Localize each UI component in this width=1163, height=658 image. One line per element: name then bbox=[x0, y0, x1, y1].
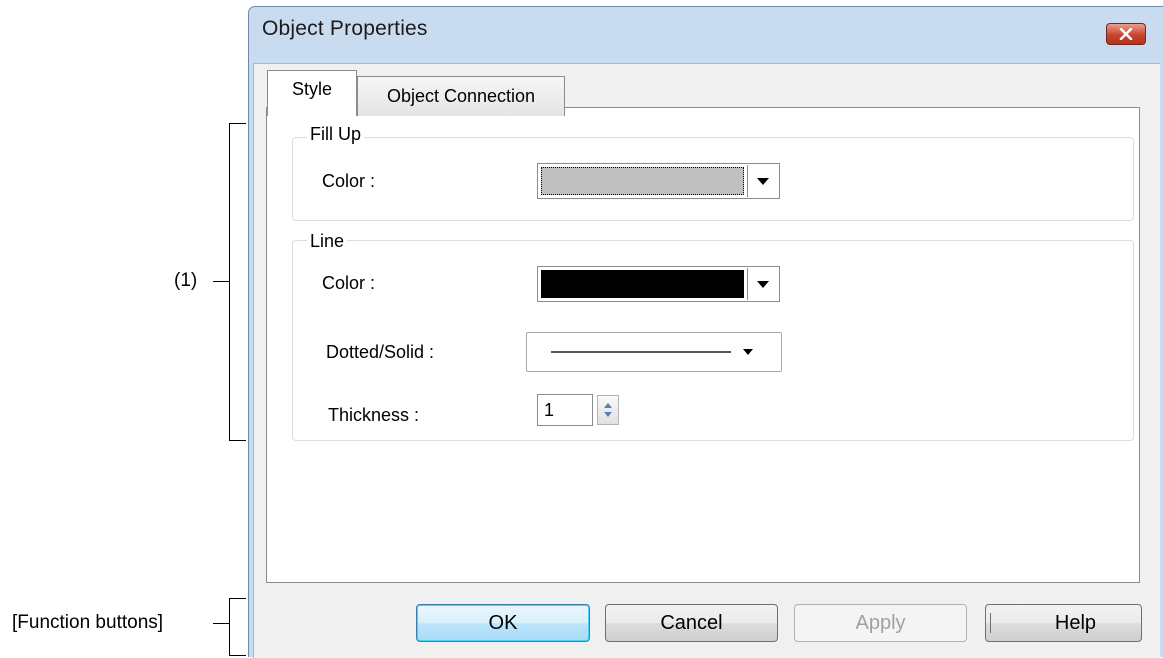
line-group-label: Line bbox=[307, 231, 348, 252]
close-icon bbox=[1119, 28, 1133, 40]
line-color-dropdown-arrow[interactable] bbox=[747, 268, 778, 300]
tab-object-connection[interactable]: Object Connection bbox=[357, 76, 565, 116]
line-color-label: Color : bbox=[322, 273, 376, 293]
function-buttons-label: [Function buttons] bbox=[12, 612, 164, 633]
spinner-arrows-icon bbox=[604, 403, 612, 417]
dotted-solid-label: Dotted/Solid : bbox=[326, 342, 435, 362]
thickness-spinner[interactable] bbox=[597, 395, 619, 425]
tab-style-label: Style bbox=[291, 79, 333, 99]
help-button-label: Help bbox=[1054, 611, 1097, 634]
tab-object-connection-label: Object Connection bbox=[386, 86, 536, 106]
thickness-label: Thickness : bbox=[328, 405, 420, 425]
tab-style[interactable]: Style bbox=[267, 70, 357, 116]
fill-up-group-label: Fill Up bbox=[307, 124, 365, 145]
function-buttons-bracket bbox=[229, 598, 246, 656]
area-1-tick bbox=[213, 281, 229, 282]
cancel-button[interactable]: Cancel bbox=[605, 604, 778, 642]
help-button[interactable]: Help bbox=[985, 604, 1142, 642]
thickness-input[interactable]: 1 bbox=[537, 394, 593, 426]
chevron-down-icon bbox=[757, 177, 769, 185]
fill-color-swatch bbox=[541, 167, 744, 195]
chevron-down-icon bbox=[757, 280, 769, 288]
solid-line-preview bbox=[551, 351, 731, 353]
close-button[interactable] bbox=[1106, 23, 1146, 45]
fill-color-label: Color : bbox=[322, 171, 376, 191]
dotted-solid-dropdown[interactable] bbox=[526, 332, 782, 372]
function-buttons-tick bbox=[213, 623, 229, 624]
line-color-swatch bbox=[541, 270, 744, 298]
line-color-dropdown[interactable] bbox=[537, 266, 780, 302]
area-1-label: (1) bbox=[174, 270, 198, 291]
dialog-title: Object Properties bbox=[262, 17, 428, 40]
fill-color-dropdown[interactable] bbox=[537, 163, 780, 199]
apply-button[interactable]: Apply bbox=[794, 604, 967, 642]
help-button-marker bbox=[990, 613, 991, 633]
area-1-bracket bbox=[229, 123, 246, 441]
ok-button[interactable]: OK bbox=[416, 604, 590, 642]
dotted-solid-dropdown-arrow[interactable] bbox=[743, 349, 753, 355]
fill-color-dropdown-arrow[interactable] bbox=[747, 165, 778, 197]
chevron-down-icon bbox=[743, 349, 753, 355]
